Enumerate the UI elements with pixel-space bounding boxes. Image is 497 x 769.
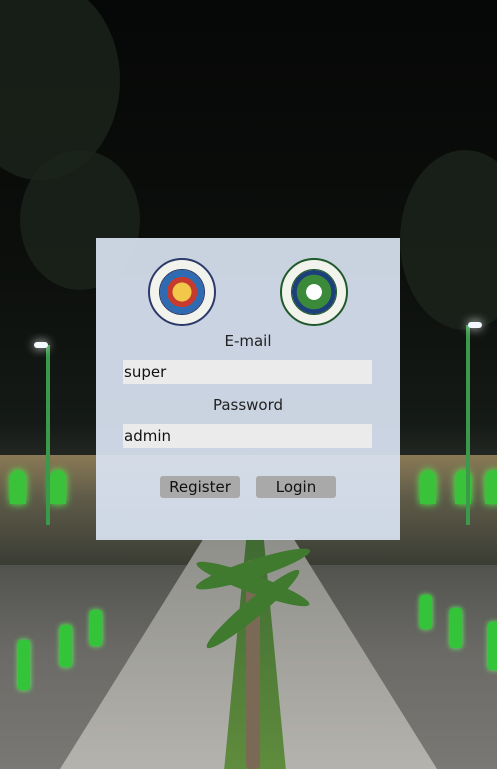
green-arch bbox=[420, 470, 436, 504]
green-bollard bbox=[60, 625, 72, 667]
green-arch bbox=[485, 470, 497, 504]
green-bollard bbox=[488, 622, 497, 670]
login-button[interactable]: Login bbox=[256, 476, 336, 498]
email-label: E-mail bbox=[224, 332, 272, 350]
lamp-light bbox=[34, 342, 48, 348]
green-bollard bbox=[90, 610, 102, 646]
street-lamp bbox=[46, 345, 50, 525]
login-panel: E-mail Password Register Login bbox=[96, 238, 400, 540]
green-arch bbox=[50, 470, 66, 504]
register-button[interactable]: Register bbox=[160, 476, 240, 498]
street-lamp bbox=[466, 325, 470, 525]
green-bollard bbox=[420, 595, 432, 629]
green-bollard bbox=[450, 608, 462, 648]
email-field[interactable] bbox=[123, 360, 372, 384]
barangay-seal-logo bbox=[280, 258, 348, 326]
lamp-light bbox=[468, 322, 482, 328]
green-arch bbox=[10, 470, 26, 504]
password-field[interactable] bbox=[123, 424, 372, 448]
password-label: Password bbox=[212, 396, 284, 414]
green-bollard bbox=[18, 640, 30, 690]
seal-emblem bbox=[159, 269, 205, 315]
seal-emblem bbox=[291, 269, 337, 315]
city-of-cotabato-seal-logo bbox=[148, 258, 216, 326]
